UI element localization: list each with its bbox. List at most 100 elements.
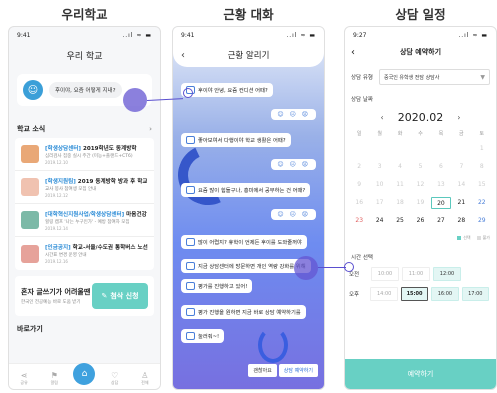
news-item[interactable]: [학생상담센터] 2019학년도 동계방학 심리검사 집중 실시 주간 (미능+… <box>15 138 154 171</box>
calendar-day[interactable]: 3 <box>369 161 389 173</box>
news-title: 2019학년도 동계방학 <box>81 145 137 152</box>
counsel-type-select[interactable]: 중국인 유학생 전담 상담사 ▼ <box>379 69 490 85</box>
bot-message: 눌러줘~! <box>181 329 225 343</box>
bot-icon <box>186 136 195 144</box>
calendar-day[interactable]: 8 <box>472 161 492 173</box>
message-text: 많이 어렵지? 휴학이 언제든 후이를 도와줄꺼야 <box>198 240 302 246</box>
page-title: 상담 예약하기 <box>399 48 442 56</box>
correction-request-button[interactable]: ✎ 첨삭 신청 <box>92 283 148 309</box>
time-slot[interactable]: 17:00 <box>461 287 489 301</box>
tab-home[interactable]: ⌂홈 <box>73 363 96 386</box>
status-time: 9:41 <box>17 31 31 39</box>
next-month-icon[interactable]: › <box>457 113 460 122</box>
bot-message: 좋아보여서 다행이야 학교 생활은 어때? <box>181 133 291 147</box>
status-time: 9:41 <box>181 31 195 39</box>
calendar-day[interactable]: 12 <box>410 179 430 191</box>
time-slot[interactable]: 11:00 <box>402 267 430 281</box>
heart-icon: ♡ <box>111 371 119 380</box>
calendar-day[interactable]: 6 <box>431 161 451 173</box>
weekday-label: 월 <box>377 131 382 137</box>
calendar-day[interactable]: 2 <box>349 161 369 173</box>
calendar-day[interactable]: 24 <box>369 215 389 227</box>
reserve-button[interactable]: 예약하기 <box>345 359 496 389</box>
news-thumbnail <box>21 178 39 196</box>
counsel-type-row: 상담 유형 중국인 유학생 전담 상담사 ▼ <box>351 69 490 85</box>
reservation-header: ‹ 상담 예약하기 <box>345 43 496 61</box>
mascot-avatar: ☺ <box>23 80 43 100</box>
tab-notifications[interactable]: ⚑ 알림 <box>43 371 65 386</box>
calendar-day[interactable]: 1 <box>472 143 492 155</box>
calendar-day[interactable]: 14 <box>451 179 471 191</box>
emotion-reply-options[interactable]: 😊 😐 😟 <box>271 159 316 170</box>
status-bar: 9:41 ..ıl ≈ ▬ <box>9 27 160 43</box>
bot-icon <box>186 262 195 270</box>
calendar-day[interactable]: 21 <box>451 197 471 209</box>
column-title-chat: 근황 대화 <box>223 7 274 22</box>
back-arrow-icon[interactable]: ‹ <box>351 47 355 58</box>
connector-dot <box>123 88 147 112</box>
calendar-day[interactable]: 15 <box>472 179 492 191</box>
calendar-day[interactable]: 9 <box>349 179 369 191</box>
tab-share[interactable]: ⋖ 공유 <box>13 371 35 386</box>
calendar-day <box>410 143 430 155</box>
weekday-label: 화 <box>397 131 403 137</box>
tab-all[interactable]: ♙ 전체 <box>134 371 156 386</box>
news-tag: [학생지원팀] <box>45 178 76 185</box>
calendar-day[interactable]: 18 <box>390 197 410 209</box>
calendar-day[interactable]: 27 <box>431 215 451 227</box>
home-icon: ⌂ <box>73 363 96 385</box>
calendar-day[interactable]: 23 <box>349 215 369 227</box>
chevron-right-icon: › <box>149 125 152 133</box>
time-slot[interactable]: 16:00 <box>431 287 459 301</box>
calendar-day[interactable]: 29 <box>472 215 492 227</box>
message-text: 평가 진행을 원하면 지금 바로 상담 예약하기를 <box>198 310 301 316</box>
calendar-day[interactable]: 20 <box>430 197 452 209</box>
share-icon: ⋖ <box>20 371 28 380</box>
help-title: 혼자 글쓰기가 어려울땐 <box>21 288 91 296</box>
calendar-header: ‹ 2020.02 › <box>345 111 496 124</box>
reserve-counsel-button[interactable]: 상담 예약하기 <box>278 364 318 377</box>
time-slot-selected[interactable]: 15:00 <box>400 287 429 301</box>
time-slot[interactable]: 10:00 <box>371 267 399 281</box>
time-slot[interactable]: 14:00 <box>370 287 398 301</box>
tab-counsel[interactable]: ♡ 상담 <box>104 371 126 386</box>
counsel-type-value: 중국인 유학생 전담 상담사 <box>384 74 440 81</box>
weekday-label: 토 <box>479 131 485 137</box>
dismiss-button[interactable]: 괜찮아요 <box>248 364 277 377</box>
news-item[interactable]: [학생지원팀] 2019 동계방학 방과 후 학교 교사 봉사 참여생 모집 안… <box>15 171 154 204</box>
chat-action-buttons: 괜찮아요 상담 예약하기 <box>248 364 318 377</box>
calendar-day[interactable]: 28 <box>451 215 471 227</box>
calendar-day[interactable]: 7 <box>451 161 471 173</box>
bot-icon <box>186 332 195 340</box>
calendar-day[interactable]: 16 <box>349 197 369 209</box>
calendar-day[interactable]: 19 <box>410 197 430 209</box>
news-tag: [대학혁신지원사업/학생상담센터] <box>45 211 125 218</box>
status-bar: 9:27 ..ıl ≈ ▬ <box>345 27 496 43</box>
news-item[interactable]: [대학혁신지원사업/학생상담센터] 마음건강 힐링 캠프 '나는 누구인가' -… <box>15 204 154 237</box>
emotion-reply-options[interactable]: 😊 😐 😟 <box>271 209 316 220</box>
news-item[interactable]: [인금공지] 학교-서울/수도권 통학버스 노선 시간표 변경 운영 안내 20… <box>15 237 154 270</box>
calendar-day[interactable]: 26 <box>410 215 430 227</box>
calendar-day[interactable]: 13 <box>431 179 451 191</box>
calendar-day[interactable]: 11 <box>390 179 410 191</box>
emotion-reply-options[interactable]: 😊 😐 😟 <box>271 109 316 120</box>
swirl-decoration <box>258 327 288 363</box>
calendar-day[interactable]: 5 <box>410 161 430 173</box>
calendar-day[interactable]: 17 <box>369 197 389 209</box>
time-slot[interactable]: 12:00 <box>433 267 461 281</box>
calendar-month: 2020.02 <box>397 111 444 124</box>
back-arrow-icon[interactable]: ‹ <box>181 50 185 61</box>
prev-month-icon[interactable]: ‹ <box>381 113 384 122</box>
tab-label: 공유 <box>20 380 28 385</box>
calendar-day[interactable]: 10 <box>369 179 389 191</box>
calendar-day[interactable]: 4 <box>390 161 410 173</box>
legend-label: 불가 <box>482 235 490 240</box>
calendar-day[interactable]: 25 <box>390 215 410 227</box>
news-list: [학생상담센터] 2019학년도 동계방학 심리검사 집중 실시 주간 (미능+… <box>15 138 154 270</box>
calendar-day[interactable]: 22 <box>472 197 492 209</box>
connector-target <box>183 88 193 98</box>
connector-line <box>318 267 346 268</box>
person-icon: ♙ <box>141 371 149 380</box>
news-header[interactable]: 학교 소식 › <box>17 124 152 134</box>
reservation-screen: 9:27 ..ıl ≈ ▬ ‹ 상담 예약하기 상담 유형 중국인 유학생 전담… <box>344 26 497 390</box>
